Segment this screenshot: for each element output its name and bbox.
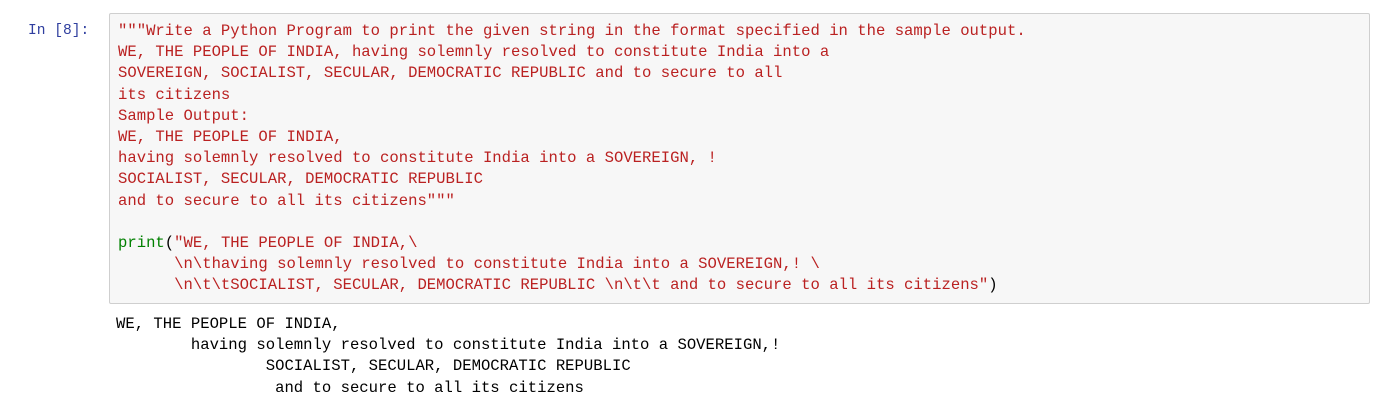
output-line: SOCIALIST, SECULAR, DEMOCRATIC REPUBLIC: [116, 357, 631, 376]
code-line: """Write a Python Program to print the g…: [118, 22, 1026, 40]
code-line-print: print("WE, THE PEOPLE OF INDIA,\: [118, 233, 1026, 254]
code-cell-input[interactable]: """Write a Python Program to print the g…: [109, 13, 1370, 304]
code-line: and to secure to all its citizens""": [118, 191, 455, 210]
code-line: \n\thaving solemnly resolved to constitu…: [118, 255, 820, 274]
cell-output: WE, THE PEOPLE OF INDIA, having solemnly…: [116, 314, 780, 399]
code-line: Sample Output:: [118, 106, 250, 125]
code-line: SOVEREIGN, SOCIALIST, SECULAR, DEMOCRATI…: [118, 64, 783, 83]
close-paren: ): [988, 276, 998, 295]
output-line: WE, THE PEOPLE OF INDIA,: [116, 315, 341, 333]
code-line: WE, THE PEOPLE OF INDIA, having solemnly…: [118, 43, 830, 62]
open-paren: (: [164, 233, 175, 252]
code-line: WE, THE PEOPLE OF INDIA,: [118, 127, 343, 146]
code-line: having solemnly resolved to constitute I…: [118, 149, 717, 168]
blank-code-line: [118, 212, 1026, 233]
code-editor[interactable]: """Write a Python Program to print the g…: [118, 21, 1026, 296]
print-string: "WE, THE PEOPLE OF INDIA,\: [174, 233, 418, 252]
code-line: its citizens: [118, 85, 231, 104]
input-prompt: In [8]:: [28, 23, 90, 39]
code-line-print-end: \n\t\tSOCIALIST, SECULAR, DEMOCRATIC REP…: [118, 275, 1026, 296]
code-line: SOCIALIST, SECULAR, DEMOCRATIC REPUBLIC: [118, 170, 483, 189]
print-keyword: print: [118, 233, 165, 252]
print-string: \n\t\tSOCIALIST, SECULAR, DEMOCRATIC REP…: [118, 276, 989, 295]
output-line: having solemnly resolved to constitute I…: [116, 336, 781, 355]
output-line: and to secure to all its citizens: [116, 378, 584, 397]
